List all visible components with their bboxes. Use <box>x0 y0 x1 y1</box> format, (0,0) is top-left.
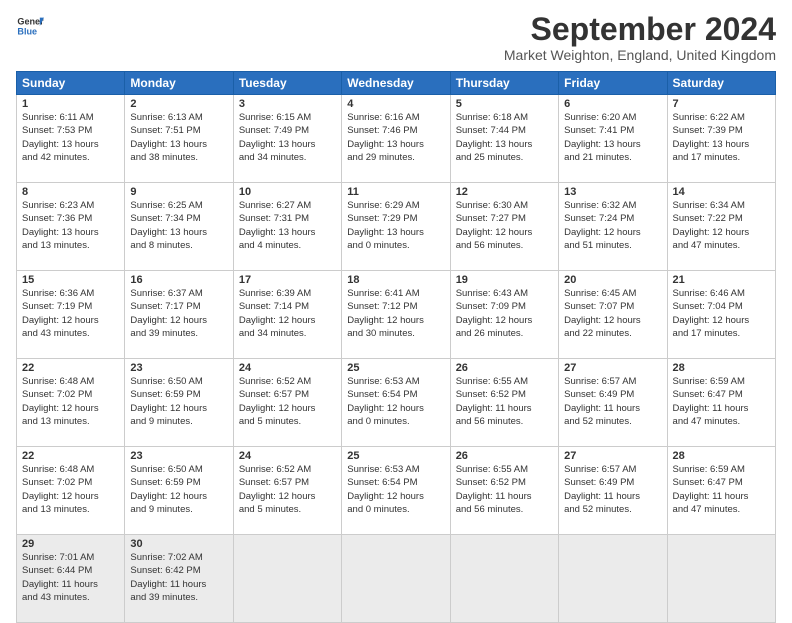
logo: General Blue <box>16 12 44 40</box>
col-wednesday: Wednesday <box>342 72 450 95</box>
table-row: 29Sunrise: 7:01 AMSunset: 6:44 PMDayligh… <box>17 535 125 623</box>
table-row: 10Sunrise: 6:27 AMSunset: 7:31 PMDayligh… <box>233 183 341 271</box>
table-row: 15Sunrise: 6:36 AMSunset: 7:19 PMDayligh… <box>17 271 125 359</box>
table-row: 3Sunrise: 6:15 AMSunset: 7:49 PMDaylight… <box>233 95 341 183</box>
table-row: 24Sunrise: 6:52 AMSunset: 6:57 PMDayligh… <box>233 359 341 447</box>
week-row: 1Sunrise: 6:11 AMSunset: 7:53 PMDaylight… <box>17 95 776 183</box>
table-row: 12Sunrise: 6:30 AMSunset: 7:27 PMDayligh… <box>450 183 558 271</box>
col-saturday: Saturday <box>667 72 775 95</box>
table-row: 25Sunrise: 6:53 AMSunset: 6:54 PMDayligh… <box>342 447 450 535</box>
table-row: 17Sunrise: 6:39 AMSunset: 7:14 PMDayligh… <box>233 271 341 359</box>
table-row: 2Sunrise: 6:13 AMSunset: 7:51 PMDaylight… <box>125 95 233 183</box>
week-row: 8Sunrise: 6:23 AMSunset: 7:36 PMDaylight… <box>17 183 776 271</box>
table-row: 28Sunrise: 6:59 AMSunset: 6:47 PMDayligh… <box>667 359 775 447</box>
table-row <box>667 535 775 623</box>
table-row: 27Sunrise: 6:57 AMSunset: 6:49 PMDayligh… <box>559 447 667 535</box>
table-row: 23Sunrise: 6:50 AMSunset: 6:59 PMDayligh… <box>125 447 233 535</box>
week-row: 22Sunrise: 6:48 AMSunset: 7:02 PMDayligh… <box>17 447 776 535</box>
svg-text:Blue: Blue <box>17 26 37 36</box>
table-row: 28Sunrise: 6:59 AMSunset: 6:47 PMDayligh… <box>667 447 775 535</box>
table-row: 18Sunrise: 6:41 AMSunset: 7:12 PMDayligh… <box>342 271 450 359</box>
table-row: 26Sunrise: 6:55 AMSunset: 6:52 PMDayligh… <box>450 359 558 447</box>
table-row: 1Sunrise: 6:11 AMSunset: 7:53 PMDaylight… <box>17 95 125 183</box>
header: General Blue September 2024 Market Weigh… <box>16 12 776 63</box>
title-block: September 2024 Market Weighton, England,… <box>504 12 776 63</box>
location: Market Weighton, England, United Kingdom <box>504 47 776 63</box>
header-row: Sunday Monday Tuesday Wednesday Thursday… <box>17 72 776 95</box>
table-row: 26Sunrise: 6:55 AMSunset: 6:52 PMDayligh… <box>450 447 558 535</box>
table-row: 5Sunrise: 6:18 AMSunset: 7:44 PMDaylight… <box>450 95 558 183</box>
col-friday: Friday <box>559 72 667 95</box>
col-sunday: Sunday <box>17 72 125 95</box>
table-row <box>450 535 558 623</box>
table-row: 7Sunrise: 6:22 AMSunset: 7:39 PMDaylight… <box>667 95 775 183</box>
table-row: 20Sunrise: 6:45 AMSunset: 7:07 PMDayligh… <box>559 271 667 359</box>
week-row: 22Sunrise: 6:48 AMSunset: 7:02 PMDayligh… <box>17 359 776 447</box>
table-row: 4Sunrise: 6:16 AMSunset: 7:46 PMDaylight… <box>342 95 450 183</box>
month-title: September 2024 <box>504 12 776 47</box>
table-row: 27Sunrise: 6:57 AMSunset: 6:49 PMDayligh… <box>559 359 667 447</box>
table-row: 21Sunrise: 6:46 AMSunset: 7:04 PMDayligh… <box>667 271 775 359</box>
col-tuesday: Tuesday <box>233 72 341 95</box>
week-row: 15Sunrise: 6:36 AMSunset: 7:19 PMDayligh… <box>17 271 776 359</box>
week-row-last: 29Sunrise: 7:01 AMSunset: 6:44 PMDayligh… <box>17 535 776 623</box>
table-row: 14Sunrise: 6:34 AMSunset: 7:22 PMDayligh… <box>667 183 775 271</box>
table-row: 16Sunrise: 6:37 AMSunset: 7:17 PMDayligh… <box>125 271 233 359</box>
table-row: 13Sunrise: 6:32 AMSunset: 7:24 PMDayligh… <box>559 183 667 271</box>
page: General Blue September 2024 Market Weigh… <box>0 0 792 612</box>
table-row: 25Sunrise: 6:53 AMSunset: 6:54 PMDayligh… <box>342 359 450 447</box>
calendar-table: Sunday Monday Tuesday Wednesday Thursday… <box>16 71 776 623</box>
table-row: 22Sunrise: 6:48 AMSunset: 7:02 PMDayligh… <box>17 447 125 535</box>
table-row <box>233 535 341 623</box>
col-monday: Monday <box>125 72 233 95</box>
logo-icon: General Blue <box>16 12 44 40</box>
table-row <box>342 535 450 623</box>
table-row: 6Sunrise: 6:20 AMSunset: 7:41 PMDaylight… <box>559 95 667 183</box>
col-thursday: Thursday <box>450 72 558 95</box>
table-row: 9Sunrise: 6:25 AMSunset: 7:34 PMDaylight… <box>125 183 233 271</box>
table-row: 23Sunrise: 6:50 AMSunset: 6:59 PMDayligh… <box>125 359 233 447</box>
table-row <box>559 535 667 623</box>
table-row: 22Sunrise: 6:48 AMSunset: 7:02 PMDayligh… <box>17 359 125 447</box>
table-row: 11Sunrise: 6:29 AMSunset: 7:29 PMDayligh… <box>342 183 450 271</box>
table-row: 24Sunrise: 6:52 AMSunset: 6:57 PMDayligh… <box>233 447 341 535</box>
table-row: 19Sunrise: 6:43 AMSunset: 7:09 PMDayligh… <box>450 271 558 359</box>
table-row: 8Sunrise: 6:23 AMSunset: 7:36 PMDaylight… <box>17 183 125 271</box>
table-row: 30Sunrise: 7:02 AMSunset: 6:42 PMDayligh… <box>125 535 233 623</box>
